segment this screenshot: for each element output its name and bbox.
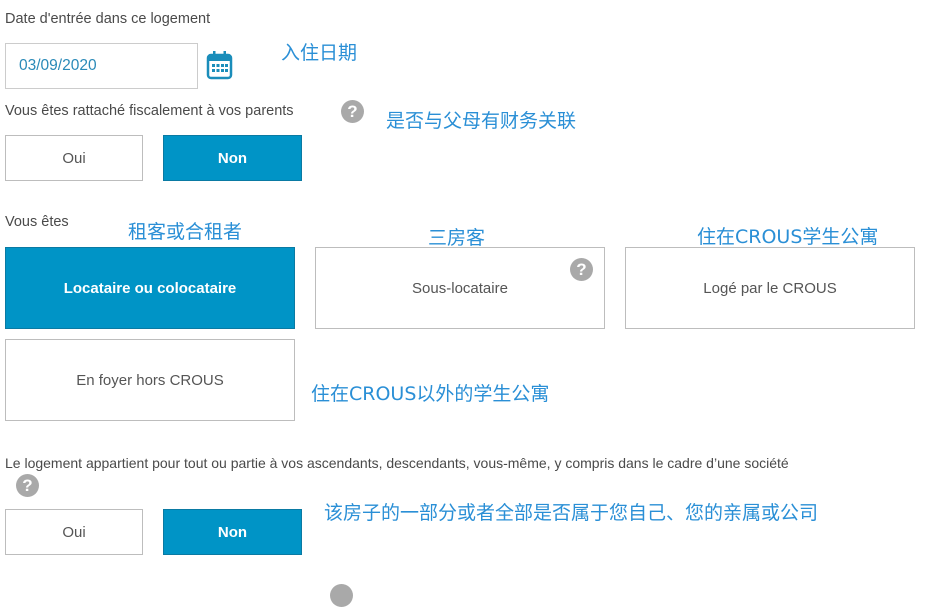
ownership-oui-button[interactable]: Oui	[5, 509, 143, 555]
status-option-sous-locataire[interactable]: Sous-locataire	[315, 247, 605, 329]
help-icon[interactable]: ?	[341, 100, 364, 123]
ownership-label: Le logement appartient pour tout ou part…	[5, 455, 789, 471]
date-input[interactable]: 03/09/2020	[5, 43, 198, 89]
status-note-locataire: 租客或合租者	[128, 221, 243, 243]
help-icon[interactable]: ?	[16, 474, 39, 497]
status-option-locataire[interactable]: Locataire ou colocataire	[5, 247, 295, 329]
status-option-crous[interactable]: Logé par le CROUS	[625, 247, 915, 329]
status-note-sous-locataire: 三房客	[428, 227, 486, 249]
status-note-foyer: 住在CROUS以外的学生公寓	[311, 383, 550, 405]
status-label: Vous êtes	[5, 214, 69, 230]
status-option-foyer[interactable]: En foyer hors CROUS	[5, 339, 295, 421]
ownership-non-button[interactable]: Non	[163, 509, 302, 555]
date-label: Date d'entrée dans ce logement	[5, 11, 211, 27]
fiscal-label: Vous êtes rattaché fiscalement à vos par…	[5, 103, 294, 119]
help-icon[interactable]	[330, 584, 353, 607]
fiscal-oui-button[interactable]: Oui	[5, 135, 143, 181]
ownership-note: 该房子的一部分或者全部是否属于您自己、您的亲属或公司	[324, 502, 819, 524]
calendar-icon[interactable]	[206, 50, 233, 80]
status-note-crous: 住在CROUS学生公寓	[697, 226, 879, 248]
date-note: 入住日期	[281, 42, 358, 64]
help-icon[interactable]: ?	[570, 258, 593, 281]
fiscal-non-button[interactable]: Non	[163, 135, 302, 181]
fiscal-note: 是否与父母有财务关联	[386, 110, 577, 132]
